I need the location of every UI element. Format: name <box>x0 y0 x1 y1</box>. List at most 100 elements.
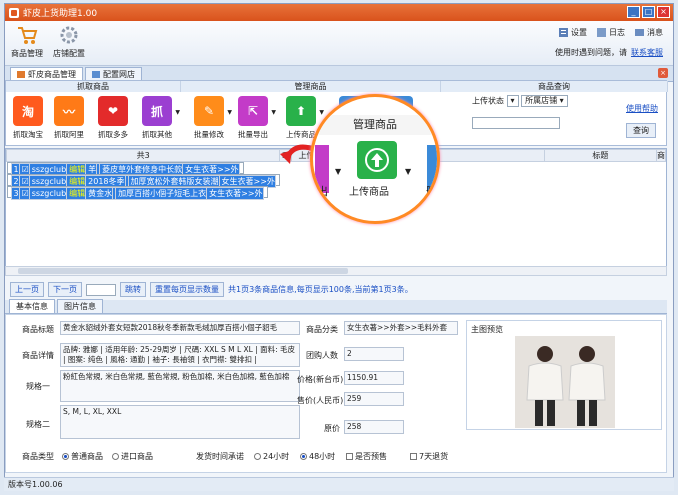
grab-alibaba-label: 抓取阿里 <box>54 130 84 139</box>
scroll-thumb[interactable] <box>18 268 348 274</box>
ship-24-radio[interactable]: 24小时 <box>254 451 289 462</box>
query-panel: 上传状态 ▾ 所属店铺 ▾ <box>472 95 568 129</box>
next-page-button[interactable]: 下一页 <box>48 282 82 297</box>
row-edit-link[interactable]: 编辑 <box>66 187 87 200</box>
price-cny-field[interactable]: 259 <box>344 392 404 406</box>
horizontal-scrollbar[interactable] <box>5 266 667 276</box>
table-row[interactable]: 1 ☑ sszgclub 编辑 羊 菱皮草外套修身中长款 女生衣著>>外 <box>6 162 244 176</box>
shop-config-button[interactable]: 店铺配置 <box>53 25 85 59</box>
type-normal-label: 普通商品 <box>71 452 103 461</box>
original-price-field[interactable]: 258 <box>344 420 404 434</box>
type-import-label: 进口商品 <box>121 452 153 461</box>
spec1-field[interactable]: 粉紅色常規, 米白色常規, 藍色常規, 粉色加棉, 米白色加棉, 藍色加棉 <box>60 370 300 402</box>
price-twd-label: 价格(新台币) <box>297 375 344 384</box>
ship-48-radio[interactable]: 48小时 <box>300 451 335 462</box>
grab-pinduoduo-button[interactable]: ❤ 抓取多多 <box>95 96 131 140</box>
spec2-field[interactable]: S, M, L, XL, XXL <box>60 405 300 439</box>
upload-product-label: 上传商品 <box>286 130 316 139</box>
zoom-dropdown-icon: ▼ <box>405 167 412 176</box>
contact-support-link[interactable]: 联系客服 <box>631 48 663 57</box>
group-buy-field[interactable]: 2 <box>344 347 404 361</box>
detail-tabs: 基本信息 图片信息 <box>5 299 667 314</box>
settings-button[interactable]: 设置 <box>559 27 587 38</box>
product-mgmt-button[interactable]: 商品管理 <box>11 25 43 59</box>
grab-other-icon: 抓 <box>142 96 172 126</box>
version-label: 版本号1.00.06 <box>8 480 63 489</box>
tab-label: 配置网店 <box>103 70 135 79</box>
table-row[interactable]: 3 ☑ sszgclub 编辑 黄金水 加厚百搭小個子短毛上衣 女生衣著>>外 <box>6 186 268 200</box>
type-normal-radio[interactable]: 普通商品 <box>62 451 103 462</box>
batch-export-button[interactable]: ⇱ 批量导出 ▼ <box>235 96 276 140</box>
upload-status-select[interactable]: ▾ <box>506 95 519 107</box>
dropdown-arrow-icon[interactable]: ▼ <box>271 109 276 116</box>
prev-page-button[interactable]: 上一页 <box>10 282 44 297</box>
message-icon <box>635 29 644 36</box>
tab-product-mgmt[interactable]: 虾皮商品管理 <box>10 67 83 81</box>
ship-48-label: 48小时 <box>309 452 336 461</box>
grab-other-button[interactable]: 抓抓取其他 ▼ <box>139 96 180 140</box>
tab-icon <box>92 71 100 78</box>
reset-page-size-button[interactable]: 重置每页显示数量 <box>150 282 224 297</box>
category-field[interactable]: 女生衣著>>外套>>毛料外套 <box>344 321 458 335</box>
group-grab-header: 抓取商品 <box>6 81 181 92</box>
title-field[interactable]: 黄金水貂绒外套女短款2018秋冬季新款毛绒加厚百搭小個子貂毛 <box>60 321 300 335</box>
pager-info: 共1页3条商品信息,每页显示100条,当前第1页3条。 <box>228 285 413 294</box>
presale-label: 是否预售 <box>355 452 387 461</box>
row-title: 加厚百搭小個子短毛上衣 <box>115 187 208 200</box>
type-import-radio[interactable]: 进口商品 <box>112 451 153 462</box>
zoom-left-text: 出 <box>317 185 328 198</box>
maximize-button[interactable]: □ <box>642 6 655 18</box>
row-shop: sszgclub <box>28 187 68 200</box>
group-buy-label: 团购人数 <box>306 351 338 360</box>
col-blank <box>434 149 545 162</box>
original-price-label: 原价 <box>324 424 340 433</box>
image-preview: 主图预览 <box>466 320 662 430</box>
top-toolbar: 商品管理 店铺配置 设置 日志 消息 使用时遇到问题，请 联系客服 <box>5 21 673 66</box>
taobao-icon: 淘 <box>13 96 43 126</box>
export-icon: ⇱ <box>238 96 268 126</box>
batch-edit-button[interactable]: ✎ 批量修改 ▼ <box>191 96 232 140</box>
jump-button[interactable]: 跳转 <box>120 282 146 297</box>
window-title: 虾皮上货助理1.00 <box>23 9 98 19</box>
close-button[interactable]: × <box>657 6 670 18</box>
app-icon <box>9 7 19 18</box>
tab-config-shop[interactable]: 配置网店 <box>85 67 142 81</box>
alibaba-icon: 〰 <box>54 96 84 126</box>
tab-basic-info[interactable]: 基本信息 <box>9 299 55 313</box>
minimize-button[interactable]: _ <box>627 6 640 18</box>
query-button[interactable]: 查询 <box>626 123 656 138</box>
desc-field[interactable]: 品牌: 雅娜 | 适用年龄: 25-29周岁 | 尺碼: XXL S M L X… <box>60 343 300 367</box>
help-link[interactable]: 使用帮助 <box>626 103 658 114</box>
dropdown-arrow-icon[interactable]: ▼ <box>175 109 180 116</box>
row-checkbox[interactable]: ☑ <box>18 187 30 200</box>
log-label: 日志 <box>609 28 625 37</box>
category-label: 商品分类 <box>306 325 338 334</box>
product-photo <box>515 336 615 428</box>
log-button[interactable]: 日志 <box>597 27 625 38</box>
detail-panel: 商品标题 黄金水貂绒外套女短款2018秋冬季新款毛绒加厚百搭小個子貂毛 商品详情… <box>5 314 667 473</box>
grab-alibaba-button[interactable]: 〰抓取阿里 <box>51 96 87 140</box>
message-button[interactable]: 消息 <box>635 27 663 38</box>
tab-close-icon[interactable]: × <box>658 68 668 78</box>
zoom-upload-label: 上传商品 <box>349 187 389 198</box>
dropdown-arrow-icon[interactable]: ▼ <box>227 109 232 116</box>
spec2-label: 规格二 <box>26 420 50 429</box>
return7-label: 7天退货 <box>419 452 449 461</box>
upload-icon: ⬆ <box>286 96 316 126</box>
query-input[interactable] <box>472 117 560 129</box>
log-icon <box>597 28 606 37</box>
table-row[interactable]: 2 ☑ sszgclub 编辑 2018冬季 加厚宽松外套韩版女装潮 女生衣著>>外 <box>6 174 280 188</box>
price-twd-field[interactable]: 1150.91 <box>344 371 404 385</box>
pinduoduo-icon: ❤ <box>98 96 128 126</box>
desc-label: 商品详情 <box>22 351 54 360</box>
tab-image-info[interactable]: 图片信息 <box>57 299 103 313</box>
presale-checkbox[interactable]: 是否预售 <box>346 451 387 462</box>
title-label: 商品标题 <box>22 325 54 334</box>
store-select[interactable]: 所属店铺 ▾ <box>521 95 568 107</box>
batch-export-label: 批量导出 <box>238 130 268 139</box>
grab-taobao-button[interactable]: 淘抓取淘宝 <box>10 96 46 140</box>
checkbox-icon <box>410 453 417 460</box>
page-input[interactable] <box>86 283 116 296</box>
return7-checkbox[interactable]: 7天退货 <box>410 451 448 462</box>
zoom-upload-icon <box>357 141 397 179</box>
